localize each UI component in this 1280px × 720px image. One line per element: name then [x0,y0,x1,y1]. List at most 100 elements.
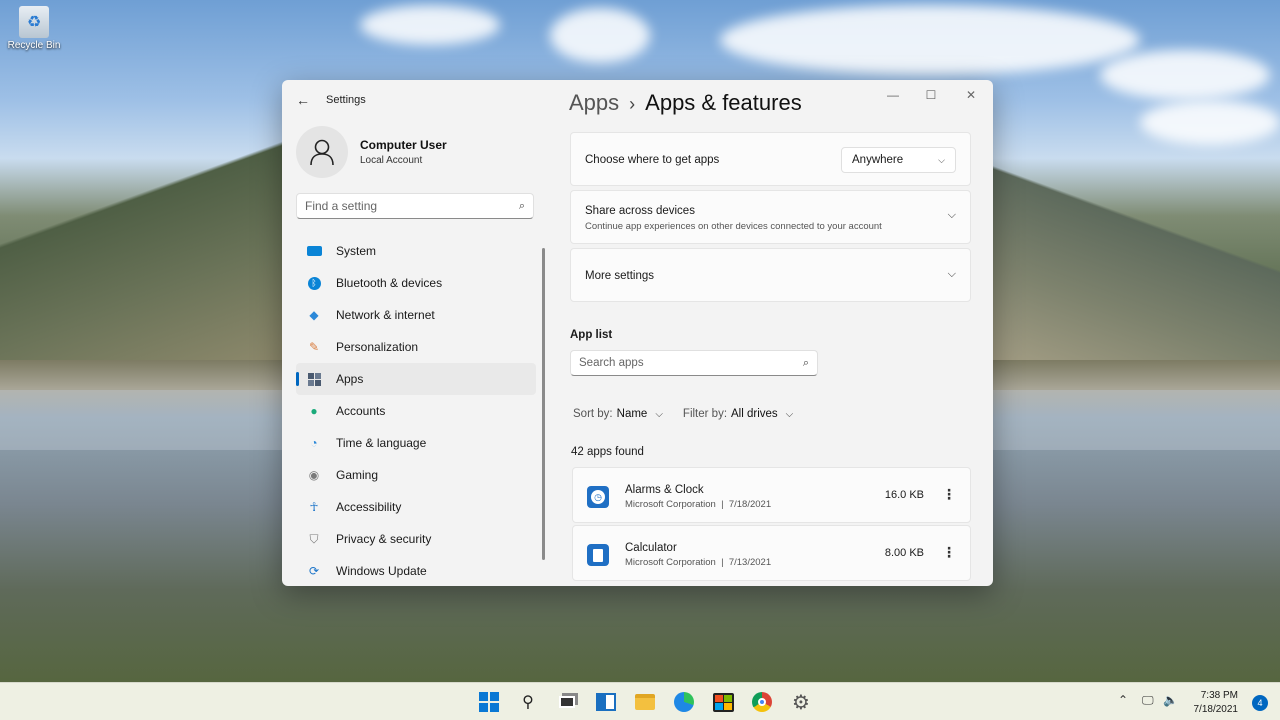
sidebar-item-time-language[interactable]: ◔ Time & language [296,427,536,459]
user-profile[interactable]: Computer User Local Account [296,126,447,178]
chevron-down-icon: ⌵ [947,209,956,221]
profile-name: Computer User [360,138,447,152]
avatar [296,126,348,178]
wifi-icon: ◆ [309,308,319,322]
chrome-button[interactable] [750,690,774,714]
edge-icon [674,692,694,712]
sort-dropdown[interactable]: Sort by: Name ⌵ [573,408,663,420]
recycle-bin-label: Recycle Bin [7,40,61,51]
apps-found-count: 42 apps found [571,446,644,458]
app-name: Calculator [625,542,677,554]
sort-filter-bar: Sort by: Name ⌵ Filter by: All drives ⌵ [573,408,813,420]
sidebar-item-accounts[interactable]: ● Accounts [296,395,536,427]
close-button[interactable]: ✕ [960,86,982,104]
sidebar-item-label: Windows Update [336,564,427,578]
more-settings-card[interactable]: More settings ⌵ [570,248,971,302]
sidebar-item-personalization[interactable]: ✎ Personalization [296,331,536,363]
sidebar-item-label: System [336,244,377,258]
shield-icon: ⛉ [309,531,319,546]
network-tray-button[interactable]: 🖵 [1142,693,1154,708]
get-apps-title: Choose where to get apps [585,154,720,166]
taskbar-search-button[interactable]: ⚲ [516,690,540,714]
sidebar-item-bluetooth[interactable]: ᛒ Bluetooth & devices [296,267,536,299]
cloud [360,5,500,45]
globe-clock-icon: ◔ [310,436,318,450]
list-item[interactable]: ◷ Alarms & Clock Microsoft Corporation |… [572,467,971,523]
search-apps-input[interactable] [579,357,803,369]
edge-button[interactable] [672,690,696,714]
sidebar-item-privacy[interactable]: ⛉ Privacy & security [296,523,536,555]
sidebar-scrollbar[interactable] [542,248,545,560]
window-title: Settings [326,94,366,106]
app-meta: Microsoft Corporation | 7/18/2021 [625,499,772,510]
file-explorer-icon [635,694,655,710]
back-button[interactable]: ← [294,91,312,109]
more-options-button[interactable]: ⋮ [942,486,956,503]
maximize-button[interactable]: ☐ [920,86,942,104]
sidebar-item-label: Personalization [336,340,419,354]
filter-dropdown[interactable]: Filter by: All drives ⌵ [683,408,793,420]
sidebar-item-system[interactable]: System [296,235,536,267]
find-setting-box: ⌕ [296,193,534,219]
find-setting-input[interactable] [305,199,519,213]
sidebar-item-label: Network & internet [336,308,435,322]
monitor-icon [306,243,322,259]
person-icon [310,139,334,166]
widgets-button[interactable] [594,690,618,714]
get-apps-dropdown[interactable]: Anywhere ⌵ [841,147,956,173]
start-button[interactable] [477,690,501,714]
search-apps-box: ⌕ [570,350,818,376]
chevron-down-icon: ⌵ [947,268,956,280]
file-explorer-button[interactable] [633,690,657,714]
app-date: 7/13/2021 [728,557,772,568]
tray-overflow-button[interactable]: ⌃ [1118,693,1128,707]
taskbar: ⚲ ⚙ ⌃ 🖵 🔈 7:38 PM 7/18/2021 4 [0,682,1280,720]
sidebar-item-apps[interactable]: Apps [296,363,536,395]
cloud [550,8,650,63]
settings-window: ← Settings — ☐ ✕ Computer User Local Acc… [282,80,993,586]
share-subtitle: Continue app experiences on other device… [585,221,882,232]
sidebar-item-network[interactable]: ◆ Network & internet [296,299,536,331]
task-view-button[interactable] [555,690,579,714]
vertical-ellipsis-icon: ⋮ [942,486,956,502]
sidebar-item-label: Time & language [336,436,427,450]
speaker-icon: 🔈 [1163,693,1178,707]
person-icon: ● [310,404,318,418]
sidebar-item-label: Accessibility [336,500,402,514]
breadcrumb-parent[interactable]: Apps [569,90,619,115]
sort-label: Sort by: [573,408,613,420]
task-view-icon [559,696,575,708]
cloud [1140,100,1280,145]
gear-icon: ⚙ [792,691,810,714]
calculator-icon [587,544,609,566]
share-across-devices-card[interactable]: Share across devices Continue app experi… [570,190,971,244]
minimize-button[interactable]: — [882,86,904,104]
sidebar-item-gaming[interactable]: ◉ Gaming [296,459,536,491]
chevron-down-icon: ⌵ [655,408,663,420]
store-icon [712,692,734,712]
apps-icon [306,371,322,387]
list-item[interactable]: Calculator Microsoft Corporation | 7/13/… [572,525,971,581]
store-button[interactable] [711,690,735,714]
mountain [0,60,300,360]
sidebar-item-windows-update[interactable]: ⟳ Windows Update [296,555,536,586]
volume-tray-button[interactable]: 🔈 [1163,693,1178,707]
back-arrow-icon: ← [296,92,310,108]
cloud [720,5,1140,75]
taskbar-clock[interactable]: 7:38 PM 7/18/2021 [1194,689,1239,717]
sidebar-item-label: Apps [336,372,364,386]
chevron-down-icon: ⌵ [785,408,794,420]
recycle-bin-shortcut[interactable]: ♻ Recycle Bin [4,6,64,51]
chevron-right-icon: › [629,94,636,114]
controller-icon: ◉ [308,468,320,482]
clock-date: 7/18/2021 [1193,704,1239,715]
app-size: 16.0 KB [884,489,924,501]
settings-taskbar-button[interactable]: ⚙ [789,690,813,714]
notification-badge[interactable]: 4 [1252,695,1268,711]
sidebar-item-accessibility[interactable]: ☥ Accessibility [296,491,536,523]
search-icon: ⚲ [522,694,534,711]
more-options-button[interactable]: ⋮ [942,544,956,561]
app-date: 7/18/2021 [728,499,772,510]
recycle-bin-icon: ♻ [19,6,49,38]
sidebar-item-label: Gaming [336,468,379,482]
